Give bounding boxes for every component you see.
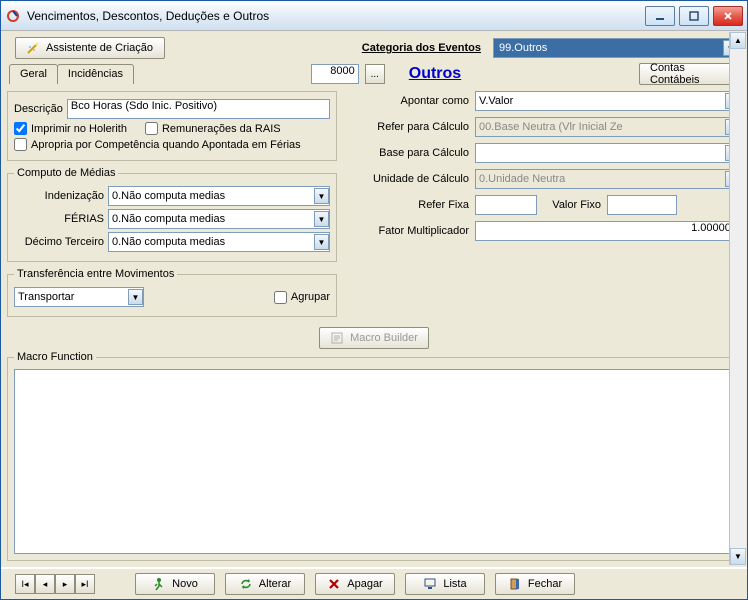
remuneracoes-rais-checkbox[interactable]: Remunerações da RAIS xyxy=(145,122,281,135)
chevron-down-icon[interactable]: ▼ xyxy=(314,234,329,250)
categoria-value: 99.Outros xyxy=(496,42,723,54)
window-title: Vencimentos, Descontos, Deduções e Outro… xyxy=(27,9,645,23)
descricao-input[interactable]: Bco Horas (Sdo Inic. Positivo) xyxy=(67,99,330,119)
unidade-calculo-select[interactable]: 0.Unidade Neutra▼ xyxy=(475,169,741,189)
assistente-label: Assistente de Criação xyxy=(46,42,153,54)
lista-button[interactable]: Lista xyxy=(405,573,485,595)
unidade-calculo-label: Unidade de Cálculo xyxy=(349,173,469,185)
alterar-button[interactable]: Alterar xyxy=(225,573,305,595)
door-icon xyxy=(508,577,522,591)
transportar-select[interactable]: Transportar▼ xyxy=(14,287,144,307)
indenizacao-select[interactable]: 0.Não computa medias▼ xyxy=(108,186,330,206)
apontar-label: Apontar como xyxy=(349,95,469,107)
footer-toolbar: I◂ ◂ ▸ ▸I Novo Alterar Apagar Lista Fech… xyxy=(1,567,747,599)
panels: Descrição Bco Horas (Sdo Inic. Positivo)… xyxy=(7,91,741,317)
fechar-button[interactable]: Fechar xyxy=(495,573,575,595)
categoria-label: Categoria dos Eventos xyxy=(362,42,481,54)
app-icon xyxy=(5,8,21,24)
refer-fixa-label: Refer Fixa xyxy=(349,199,469,211)
tab-geral[interactable]: Geral xyxy=(9,64,58,84)
refer-calculo-select[interactable]: 00.Base Neutra (Vlr Inicial Ze▼ xyxy=(475,117,741,137)
monitor-icon xyxy=(423,577,437,591)
vertical-scrollbar[interactable]: ▲ ▼ xyxy=(729,32,746,565)
titlebar: Vencimentos, Descontos, Deduções e Outro… xyxy=(1,1,747,31)
macro-builder-button[interactable]: Macro Builder xyxy=(319,327,429,349)
scroll-icon xyxy=(330,331,344,345)
left-column: Descrição Bco Horas (Sdo Inic. Positivo)… xyxy=(7,91,337,317)
scroll-up-button[interactable]: ▲ xyxy=(730,32,746,49)
indenizacao-label: Indenização xyxy=(14,190,104,202)
apagar-button[interactable]: Apagar xyxy=(315,573,395,595)
refer-calculo-label: Refer para Cálculo xyxy=(349,121,469,133)
person-run-icon xyxy=(152,577,166,591)
apontar-select[interactable]: V.Valor▼ xyxy=(475,91,741,111)
nav-next-button[interactable]: ▸ xyxy=(55,574,75,594)
nav-prev-button[interactable]: ◂ xyxy=(35,574,55,594)
nav-last-button[interactable]: ▸I xyxy=(75,574,95,594)
refer-fixa-input[interactable] xyxy=(475,195,537,215)
macro-builder-row: Macro Builder xyxy=(7,327,741,349)
macro-function-textarea[interactable] xyxy=(14,369,734,554)
valor-fixo-input[interactable] xyxy=(607,195,677,215)
ferias-select[interactable]: 0.Não computa medias▼ xyxy=(108,209,330,229)
chevron-down-icon[interactable]: ▼ xyxy=(314,211,329,227)
computo-medias-group: Computo de Médias Indenização 0.Não comp… xyxy=(7,167,337,262)
window-body: Assistente de Criação Categoria dos Even… xyxy=(1,31,747,567)
minimize-button[interactable] xyxy=(645,6,675,26)
categoria-select[interactable]: 99.Outros ▼ xyxy=(493,38,741,58)
x-icon xyxy=(327,577,341,591)
fator-label: Fator Multiplicador xyxy=(349,225,469,237)
macro-function-legend: Macro Function xyxy=(14,351,96,363)
maximize-button[interactable] xyxy=(679,6,709,26)
window-buttons xyxy=(645,6,743,26)
right-column: Apontar como V.Valor▼ Refer para Cálculo… xyxy=(349,91,741,317)
chevron-down-icon[interactable]: ▼ xyxy=(128,289,143,305)
descricao-label: Descrição xyxy=(14,103,63,115)
codigo-browse-button[interactable]: ... xyxy=(365,64,385,84)
scroll-track[interactable] xyxy=(730,49,746,548)
assistente-button[interactable]: Assistente de Criação xyxy=(15,37,165,59)
apropria-competencia-checkbox[interactable]: Apropria por Competência quando Apontada… xyxy=(14,138,301,151)
scroll-down-button[interactable]: ▼ xyxy=(730,548,746,565)
decimo-label: Décimo Terceiro xyxy=(14,236,104,248)
app-window: Vencimentos, Descontos, Deduções e Outro… xyxy=(0,0,748,600)
computo-medias-legend: Computo de Médias xyxy=(14,167,118,179)
record-nav: I◂ ◂ ▸ ▸I xyxy=(15,574,95,594)
valor-fixo-label: Valor Fixo xyxy=(543,199,601,211)
descricao-group: Descrição Bco Horas (Sdo Inic. Positivo)… xyxy=(7,91,337,161)
nav-first-button[interactable]: I◂ xyxy=(15,574,35,594)
close-button[interactable] xyxy=(713,6,743,26)
contas-contabeis-button[interactable]: Contas Contábeis xyxy=(639,63,735,85)
novo-button[interactable]: Novo xyxy=(135,573,215,595)
tab-incidencias[interactable]: Incidências xyxy=(57,64,134,84)
base-calculo-label: Base para Cálculo xyxy=(349,147,469,159)
tabs: Geral Incidências xyxy=(9,64,133,84)
ferias-label: FÉRIAS xyxy=(14,213,104,225)
top-toolbar: Assistente de Criação Categoria dos Even… xyxy=(7,37,741,59)
codigo-input[interactable]: 8000 xyxy=(311,64,359,84)
base-calculo-select[interactable]: ▼ xyxy=(475,143,741,163)
outros-link[interactable]: Outros xyxy=(409,65,461,83)
fator-input[interactable]: 1.000000 xyxy=(475,221,741,241)
macro-function-group: Macro Function xyxy=(7,351,741,561)
decimo-select[interactable]: 0.Não computa medias▼ xyxy=(108,232,330,252)
chevron-down-icon[interactable]: ▼ xyxy=(314,188,329,204)
refresh-icon xyxy=(239,577,253,591)
agrupar-checkbox[interactable]: Agrupar xyxy=(274,291,330,304)
transferencia-legend: Transferência entre Movimentos xyxy=(14,268,177,280)
imprimir-holerith-checkbox[interactable]: Imprimir no Holerith xyxy=(14,122,127,135)
transferencia-group: Transferência entre Movimentos Transport… xyxy=(7,268,337,317)
wand-icon xyxy=(26,41,40,55)
tab-row: Geral Incidências 8000 ... Outros Contas… xyxy=(7,63,741,85)
